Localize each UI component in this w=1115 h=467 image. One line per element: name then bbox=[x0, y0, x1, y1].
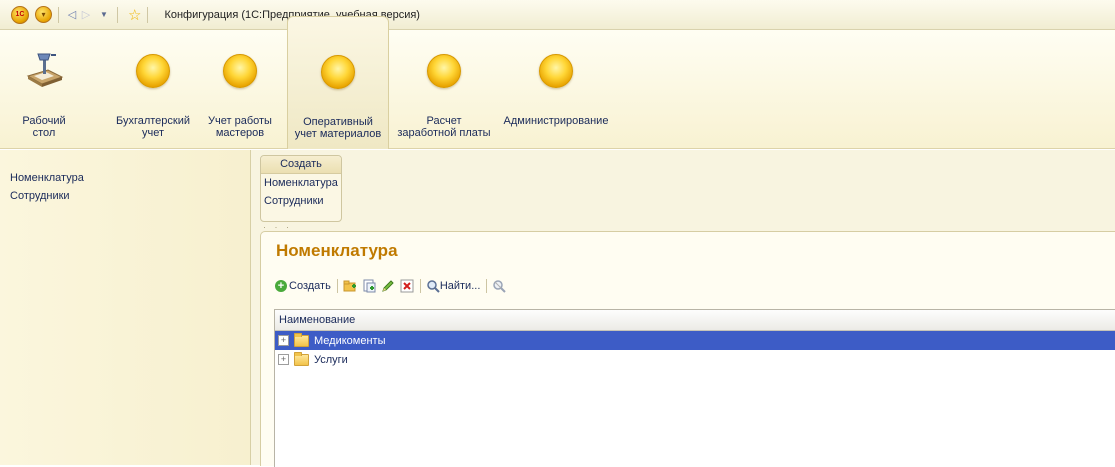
add-folder-icon bbox=[343, 280, 356, 292]
toolbar-separator bbox=[486, 279, 488, 293]
title-separator-3 bbox=[147, 6, 149, 23]
workspace: Создать Номенклатура Сотрудники · · · Но… bbox=[251, 150, 1115, 467]
section-label: Оперативный учет материалов bbox=[294, 116, 382, 140]
form-title: Номенклатура bbox=[276, 241, 398, 260]
section-label: Администрирование bbox=[503, 115, 609, 127]
action-create-nomenclature[interactable]: Номенклатура bbox=[261, 174, 341, 192]
orb-icon bbox=[220, 50, 260, 90]
row-name: Медикоменты bbox=[314, 334, 386, 347]
folder-icon bbox=[294, 332, 309, 347]
create-button-label: Создать bbox=[289, 280, 331, 292]
expand-plus-icon[interactable]: + bbox=[278, 354, 289, 365]
section-administration[interactable]: Администрирование bbox=[500, 30, 612, 148]
left-navigation-panel: Номенклатура Сотрудники bbox=[0, 150, 251, 465]
copy-button[interactable] bbox=[362, 279, 376, 293]
toolbar-separator bbox=[336, 279, 338, 293]
pencil-icon bbox=[382, 280, 394, 292]
find-button[interactable]: Найти... bbox=[426, 279, 481, 293]
section-masters[interactable]: Учет работы мастеров bbox=[200, 30, 280, 148]
form-toolbar: + Создать Найти... bbox=[275, 277, 511, 295]
delete-mark-button[interactable] bbox=[400, 279, 414, 293]
history-dropdown-icon[interactable]: ▼ bbox=[97, 10, 111, 19]
app-logo-icon[interactable]: 1С bbox=[11, 5, 29, 24]
toolbar-separator bbox=[419, 279, 421, 293]
forward-arrow-icon[interactable]: ▷ bbox=[79, 8, 93, 21]
actions-panel: Создать Номенклатура Сотрудники bbox=[260, 155, 342, 222]
section-label: Расчет заработной платы bbox=[397, 115, 491, 139]
list-table[interactable]: Наименование + Медикоменты + Услуги bbox=[274, 309, 1115, 467]
delete-x-icon bbox=[400, 279, 414, 293]
list-form: Номенклатура + Создать Найти... Наименов… bbox=[260, 231, 1115, 467]
section-desktop[interactable]: Рабочий стол bbox=[14, 30, 74, 148]
orb-icon bbox=[536, 50, 576, 90]
edit-button[interactable] bbox=[381, 279, 395, 293]
find-button-label: Найти... bbox=[439, 280, 481, 292]
favorites-star-icon[interactable]: ☆ bbox=[128, 6, 141, 24]
cancel-search-icon bbox=[493, 280, 507, 293]
section-accounting[interactable]: Бухгалтерский учет bbox=[112, 30, 194, 148]
orb-icon bbox=[424, 50, 464, 90]
section-payroll[interactable]: Расчет заработной платы bbox=[394, 30, 494, 148]
section-label: Рабочий стол bbox=[22, 115, 66, 139]
plus-circle-icon: + bbox=[275, 280, 287, 292]
nav-item-employees[interactable]: Сотрудники bbox=[10, 190, 70, 202]
action-create-employee[interactable]: Сотрудники bbox=[261, 192, 341, 210]
title-separator-2 bbox=[117, 6, 118, 23]
create-button[interactable]: + Создать bbox=[275, 280, 331, 292]
table-row[interactable]: + Медикоменты bbox=[275, 331, 1115, 350]
section-label: Учет работы мастеров bbox=[208, 115, 272, 139]
cancel-search-button[interactable] bbox=[492, 279, 507, 293]
actions-panel-title: Создать bbox=[261, 156, 341, 174]
orb-icon bbox=[318, 51, 358, 91]
row-name: Услуги bbox=[314, 353, 348, 366]
folder-icon bbox=[294, 351, 309, 366]
column-header-name[interactable]: Наименование bbox=[275, 310, 1115, 331]
copy-document-icon bbox=[363, 279, 376, 293]
section-label: Бухгалтерский учет bbox=[115, 115, 191, 139]
main-menu-button[interactable]: ▾ bbox=[35, 6, 52, 23]
nav-item-nomenclature[interactable]: Номенклатура bbox=[10, 172, 84, 184]
magnifier-icon bbox=[427, 280, 440, 293]
section-materials[interactable]: Оперативный учет материалов bbox=[287, 16, 389, 149]
desk-lamp-icon bbox=[24, 50, 64, 90]
title-bar: 1С ▾ ◁ ▷ ▼ ☆ Конфигурация (1С:Предприяти… bbox=[0, 0, 1115, 30]
sections-panel: Рабочий стол Бухгалтерский учет Учет раб… bbox=[0, 16, 1115, 149]
title-separator bbox=[58, 6, 59, 23]
expand-plus-icon[interactable]: + bbox=[278, 335, 289, 346]
create-group-button[interactable] bbox=[343, 279, 357, 293]
back-arrow-icon[interactable]: ◁ bbox=[65, 8, 79, 21]
table-row[interactable]: + Услуги bbox=[275, 350, 1115, 369]
orb-icon bbox=[133, 50, 173, 90]
